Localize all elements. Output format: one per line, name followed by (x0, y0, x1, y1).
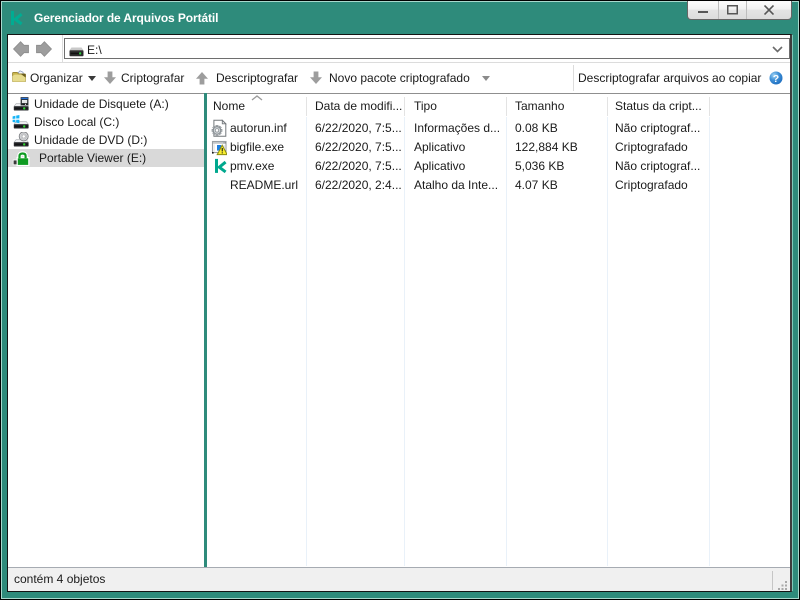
svg-text:?: ? (773, 73, 779, 85)
